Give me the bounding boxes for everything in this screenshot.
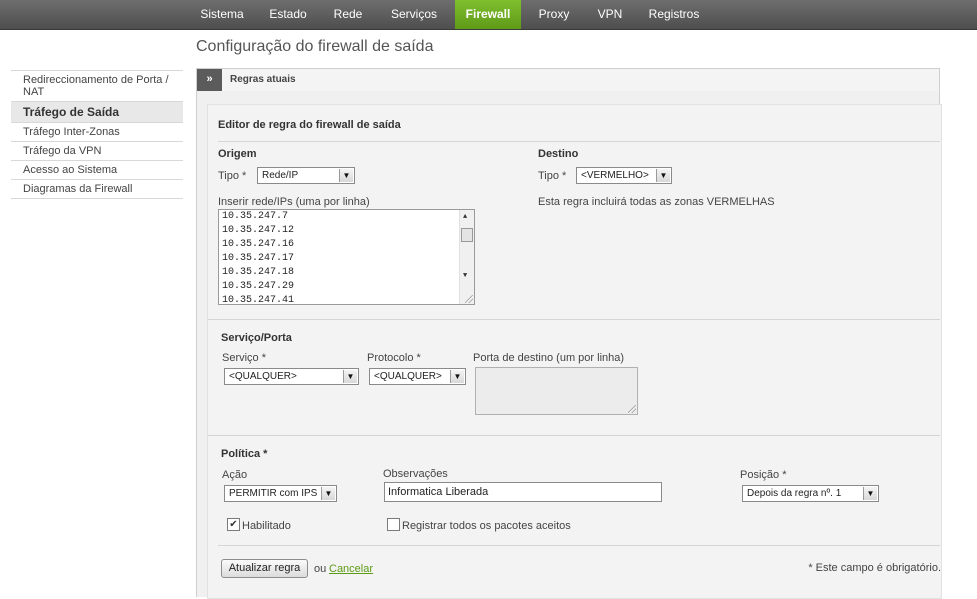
- destination-title: Destino: [538, 148, 579, 160]
- destination-type-label: Tipo *: [538, 170, 567, 182]
- top-nav: Sistema Estado Rede Serviços Firewall Pr…: [0, 0, 977, 30]
- divider: [208, 435, 940, 436]
- nav-item-estado[interactable]: Estado: [262, 0, 314, 29]
- nav-item-rede[interactable]: Rede: [325, 0, 371, 29]
- vertical-scrollbar[interactable]: ▲ ▼: [459, 210, 474, 304]
- origin-title: Origem: [218, 148, 257, 160]
- check-icon: ✔: [229, 519, 238, 530]
- nav-item-registros[interactable]: Registros: [643, 0, 705, 29]
- ip-line: 10.35.247.29: [222, 281, 295, 292]
- update-rule-button[interactable]: Atualizar regra: [221, 559, 308, 578]
- nav-item-sistema[interactable]: Sistema: [196, 0, 248, 29]
- sidebar-item-vpn-traffic[interactable]: Tráfego da VPN: [11, 142, 183, 161]
- ip-line: 10.35.247.7: [222, 211, 289, 222]
- ip-line: 10.35.247.18: [222, 267, 295, 278]
- destination-port-label: Porta de destino (um por linha): [473, 352, 625, 364]
- origin-ips-textarea[interactable]: 10.35.247.7 10.35.247.12 10.35.247.16 10…: [218, 209, 475, 305]
- cancel-link[interactable]: Cancelar: [329, 563, 373, 575]
- sidebar: Redireccionamento de Porta / NAT Tráfego…: [11, 70, 183, 199]
- action-value: PERMITIR com IPS: [229, 488, 318, 499]
- divider: [208, 319, 940, 320]
- notes-input[interactable]: Informatica Liberada: [384, 482, 662, 502]
- ip-line: 10.35.247.41: [222, 295, 295, 305]
- divider: [218, 141, 940, 142]
- service-select[interactable]: <QUALQUER> ▼: [224, 368, 359, 385]
- sidebar-item-firewall-diagrams[interactable]: Diagramas da Firewall: [11, 180, 183, 199]
- current-rules-tab[interactable]: » Regras atuais: [196, 68, 940, 92]
- port-value: [476, 368, 637, 382]
- destination-port-textarea[interactable]: [475, 367, 638, 415]
- action-label: Ação: [222, 469, 248, 481]
- dropdown-arrow-icon[interactable]: ▼: [343, 370, 357, 383]
- protocol-select[interactable]: <QUALQUER> ▼: [369, 368, 466, 385]
- protocol-value: <QUALQUER>: [374, 371, 442, 382]
- position-select[interactable]: Depois da regra nº. 1 ▼: [742, 485, 879, 502]
- origin-type-value: Rede/IP: [262, 170, 299, 181]
- service-value: <QUALQUER>: [229, 371, 297, 382]
- enabled-label: Habilitado: [242, 520, 291, 532]
- resize-grip-icon[interactable]: [465, 295, 473, 303]
- sidebar-item-system-access[interactable]: Acesso ao Sistema: [11, 161, 183, 180]
- notes-label: Observações: [383, 468, 448, 480]
- origin-type-select[interactable]: Rede/IP ▼: [257, 167, 355, 184]
- position-value: Depois da regra nº. 1: [747, 488, 842, 499]
- scroll-thumb[interactable]: [461, 228, 473, 242]
- nav-item-proxy[interactable]: Proxy: [529, 0, 579, 29]
- dropdown-arrow-icon[interactable]: ▼: [339, 169, 353, 182]
- expand-arrow-icon[interactable]: »: [197, 69, 222, 91]
- scroll-down-icon[interactable]: ▼: [463, 272, 467, 280]
- log-packets-label: Registrar todos os pacotes aceitos: [402, 520, 571, 532]
- tab-label: Regras atuais: [230, 74, 296, 85]
- ip-line: 10.35.247.12: [222, 225, 295, 236]
- or-text: ou: [314, 563, 327, 575]
- ip-line: 10.35.247.17: [222, 253, 295, 264]
- action-select[interactable]: PERMITIR com IPS ▼: [224, 485, 337, 502]
- dropdown-arrow-icon[interactable]: ▼: [450, 370, 464, 383]
- enabled-checkbox[interactable]: ✔: [227, 518, 240, 531]
- policy-title: Política *: [221, 448, 268, 460]
- page-title: Configuração do firewall de saída: [196, 38, 434, 55]
- position-label: Posição *: [740, 469, 787, 481]
- origin-type-label: Tipo *: [218, 170, 247, 182]
- divider: [218, 545, 940, 546]
- log-packets-checkbox[interactable]: [387, 518, 400, 531]
- resize-grip-icon[interactable]: [628, 405, 636, 413]
- dropdown-arrow-icon[interactable]: ▼: [863, 487, 877, 500]
- scroll-up-icon[interactable]: ▲: [463, 213, 467, 221]
- editor-title: Editor de regra do firewall de saída: [218, 119, 401, 131]
- dropdown-arrow-icon[interactable]: ▼: [656, 169, 670, 182]
- sidebar-item-port-forwarding[interactable]: Redireccionamento de Porta / NAT: [11, 70, 183, 102]
- nav-item-firewall[interactable]: Firewall: [455, 0, 521, 29]
- destination-type-select[interactable]: <VERMELHO> ▼: [576, 167, 672, 184]
- sidebar-item-inter-zone[interactable]: Tráfego Inter-Zonas: [11, 123, 183, 142]
- service-title: Serviço/Porta: [221, 332, 292, 344]
- required-note: * Este campo é obrigatório.: [808, 562, 941, 574]
- sidebar-item-outgoing-traffic[interactable]: Tráfego de Saída: [11, 102, 183, 123]
- nav-item-vpn[interactable]: VPN: [591, 0, 629, 29]
- protocol-label: Protocolo *: [367, 352, 421, 364]
- origin-ips-label: Inserir rede/IPs (uma por linha): [218, 196, 370, 208]
- ip-line: 10.35.247.16: [222, 239, 295, 250]
- nav-item-servicos[interactable]: Serviços: [383, 0, 445, 29]
- service-label: Serviço *: [222, 352, 267, 364]
- rule-editor-panel: Editor de regra do firewall de saída Ori…: [207, 104, 942, 599]
- destination-type-value: <VERMELHO>: [581, 170, 649, 181]
- destination-note: Esta regra incluirá todas as zonas VERME…: [538, 196, 775, 208]
- dropdown-arrow-icon[interactable]: ▼: [321, 487, 335, 500]
